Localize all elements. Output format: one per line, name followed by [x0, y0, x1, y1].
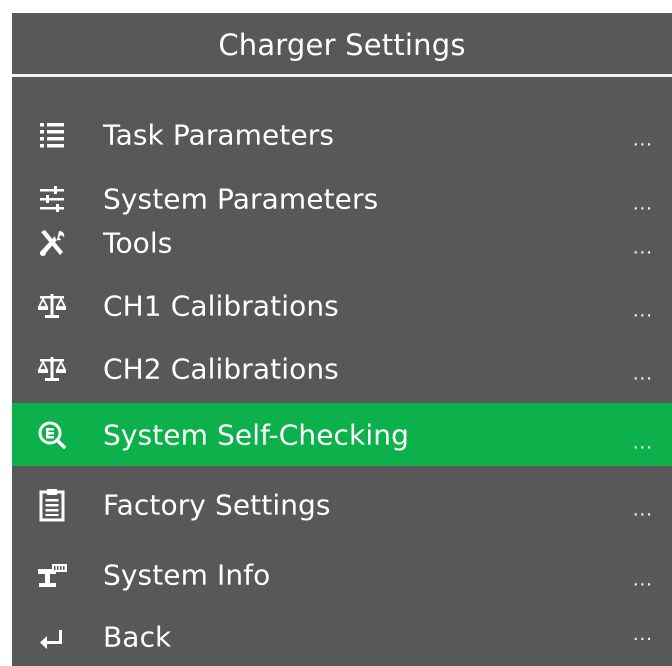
menu-item-system-info[interactable]: System Info ... — [12, 543, 672, 607]
settings-panel: Charger Settings Task Parameters ... Sys… — [12, 13, 672, 666]
menu-item-label: CH2 Calibrations — [103, 352, 339, 386]
page-title: Charger Settings — [218, 27, 466, 62]
more-ellipsis: ... — [632, 569, 653, 591]
clipboard-icon — [34, 487, 70, 523]
more-ellipsis: ... — [632, 363, 653, 385]
scale-icon — [34, 288, 70, 324]
more-ellipsis: ... — [632, 129, 653, 151]
scale-icon — [34, 351, 70, 387]
menu-item-system-self-checking[interactable]: System Self-Checking ... — [12, 403, 672, 466]
menu-item-ch2-calibrations[interactable]: CH2 Calibrations ... — [12, 337, 672, 401]
menu-item-label: System Self-Checking — [103, 418, 409, 451]
menu-item-back[interactable]: Back ... — [12, 607, 672, 666]
menu-item-label: Factory Settings — [103, 488, 331, 522]
network-icon — [34, 557, 70, 593]
list-icon — [34, 117, 70, 153]
sliders-icon — [34, 181, 70, 217]
more-ellipsis: ... — [632, 623, 653, 645]
more-ellipsis: ... — [632, 300, 653, 322]
more-ellipsis: ... — [632, 499, 653, 521]
more-ellipsis: ... — [632, 431, 653, 453]
menu-item-ch1-calibrations[interactable]: CH1 Calibrations ... — [12, 269, 672, 343]
menu-item-factory-settings[interactable]: Factory Settings ... — [12, 473, 672, 537]
self-check-icon — [34, 417, 70, 453]
menu-item-tools[interactable]: Tools ... — [12, 217, 672, 269]
more-ellipsis: ... — [632, 193, 653, 215]
menu-item-label: Tools — [103, 226, 173, 260]
menu-item-label: Task Parameters — [103, 118, 335, 152]
menu-item-label: CH1 Calibrations — [103, 289, 339, 323]
more-ellipsis: ... — [632, 237, 653, 259]
menu-item-task-parameters[interactable]: Task Parameters ... — [12, 103, 672, 167]
menu-item-label: Back — [103, 620, 172, 653]
menu-item-label: System Info — [103, 558, 271, 592]
page-title-bar: Charger Settings — [12, 13, 672, 77]
return-arrow-icon — [34, 619, 70, 655]
menu-item-label: System Parameters — [103, 182, 379, 216]
tools-icon — [34, 225, 70, 261]
